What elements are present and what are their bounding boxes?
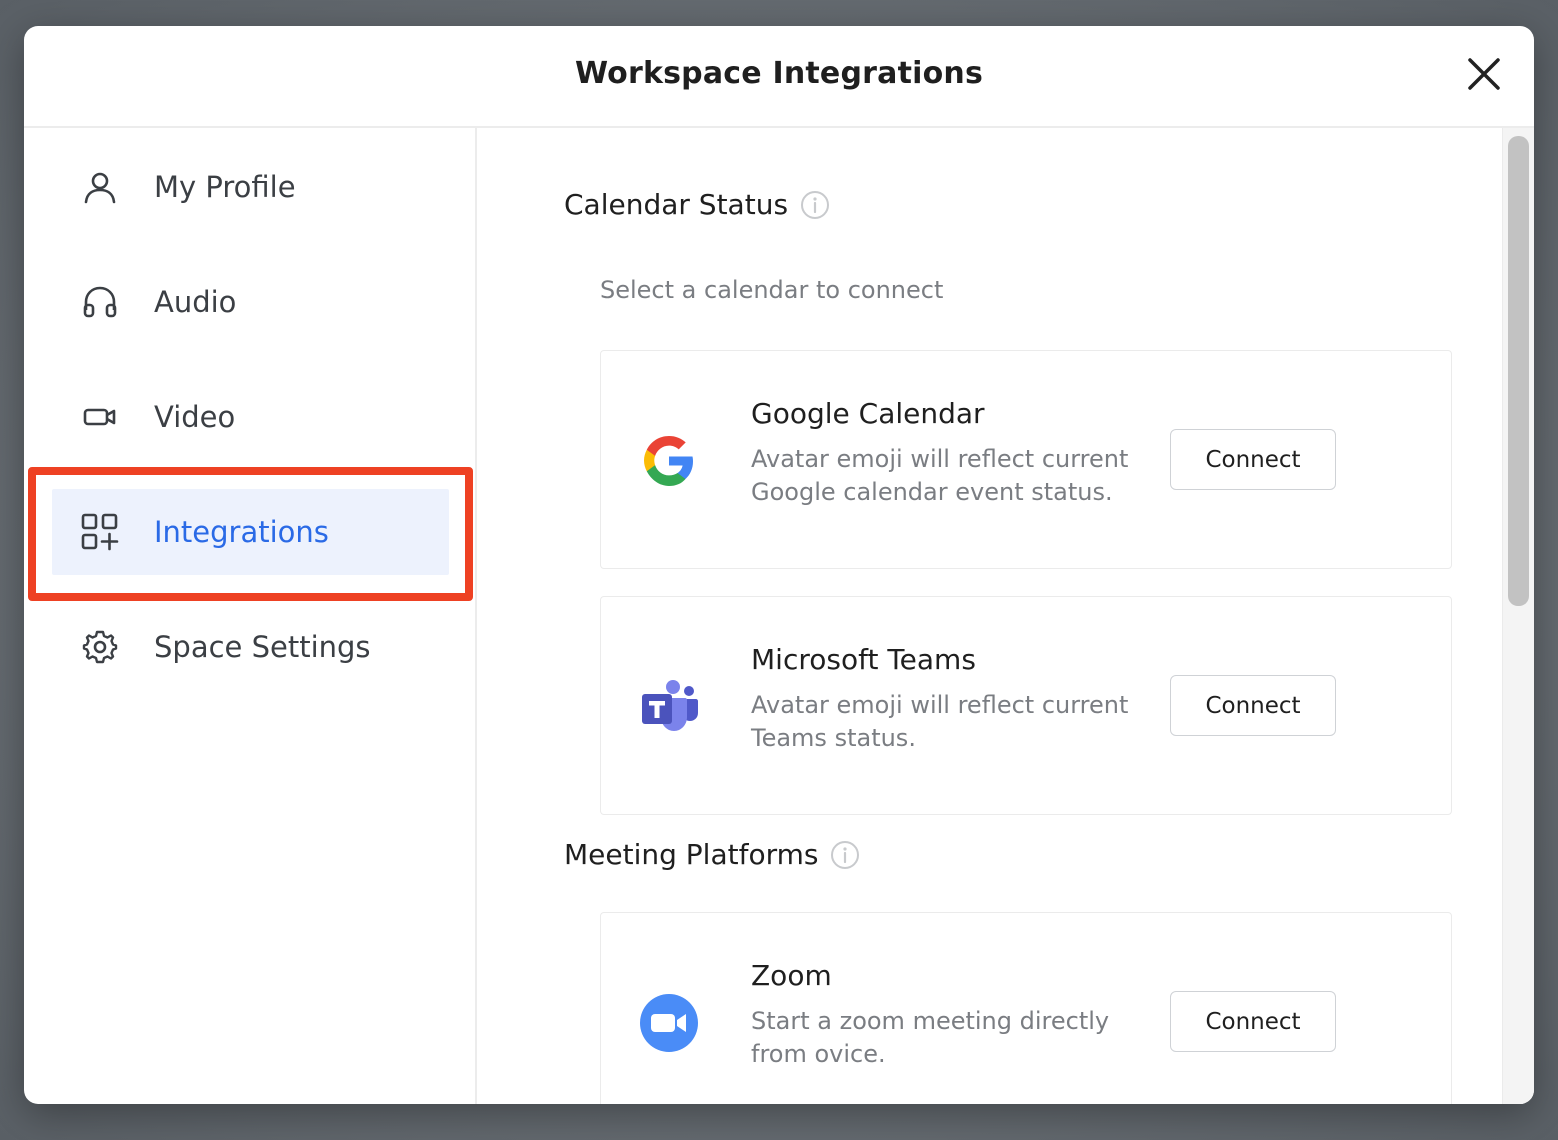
- section-title-text: Meeting Platforms: [564, 838, 819, 871]
- info-icon[interactable]: [800, 190, 830, 220]
- sidebar-item-audio[interactable]: Audio: [52, 259, 449, 345]
- connect-zoom-button[interactable]: Connect: [1170, 991, 1336, 1052]
- zoom-card: Zoom Start a zoom meeting directly from …: [600, 912, 1452, 1104]
- microsoft-teams-card: Microsoft Teams Avatar emoji will reflec…: [600, 596, 1452, 815]
- sidebar-item-integrations[interactable]: Integrations: [52, 489, 449, 575]
- close-button[interactable]: [1464, 54, 1504, 94]
- sidebar-item-label: My Profile: [154, 170, 296, 204]
- scrollbar[interactable]: [1502, 128, 1534, 1104]
- main-content: Calendar Status Select a calendar to con…: [479, 128, 1502, 1104]
- google-logo-icon: [644, 436, 693, 486]
- sidebar-item-my-profile[interactable]: My Profile: [52, 144, 449, 230]
- modal-title: Workspace Integrations: [574, 56, 984, 91]
- connect-google-calendar-button[interactable]: Connect: [1170, 429, 1336, 490]
- close-icon: [1468, 58, 1500, 90]
- user-icon: [80, 167, 120, 207]
- info-icon[interactable]: [830, 840, 860, 870]
- card-description: Avatar emoji will reflect current Teams …: [751, 691, 1129, 752]
- zoom-logo-icon: [640, 994, 698, 1052]
- card-title: Zoom: [751, 959, 832, 992]
- modal-header: Workspace Integrations: [24, 26, 1534, 128]
- scrollbar-thumb[interactable]: [1508, 136, 1529, 606]
- gear-icon: [80, 627, 120, 667]
- google-calendar-card: Google Calendar Avatar emoji will reflec…: [600, 350, 1452, 569]
- card-description: Start a zoom meeting directly from ovice…: [751, 1007, 1110, 1068]
- card-title: Microsoft Teams: [751, 643, 976, 676]
- sidebar-item-label: Video: [154, 400, 236, 434]
- headphones-icon: [80, 282, 120, 322]
- video-camera-icon: [80, 397, 120, 437]
- section-title-text: Calendar Status: [564, 188, 789, 221]
- sidebar-item-video[interactable]: Video: [52, 374, 449, 460]
- calendar-section-title: Calendar Status: [564, 188, 830, 221]
- card-title: Google Calendar: [751, 397, 985, 430]
- integrations-modal: Workspace Integrations My Profile Audio …: [24, 26, 1534, 1104]
- sidebar: My Profile Audio Video Integrations Spac: [24, 128, 477, 1104]
- sidebar-item-label: Space Settings: [154, 630, 371, 664]
- sidebar-item-label: Audio: [154, 285, 237, 319]
- card-description: Avatar emoji will reflect current Google…: [751, 445, 1129, 506]
- calendar-subtitle: Select a calendar to connect: [600, 276, 944, 304]
- sidebar-item-label: Integrations: [154, 515, 329, 549]
- connect-microsoft-teams-button[interactable]: Connect: [1170, 675, 1336, 736]
- apps-add-icon: [80, 512, 120, 552]
- teams-logo-icon: [642, 680, 698, 731]
- meetings-section-title: Meeting Platforms: [564, 838, 860, 871]
- sidebar-item-space-settings[interactable]: Space Settings: [52, 604, 449, 690]
